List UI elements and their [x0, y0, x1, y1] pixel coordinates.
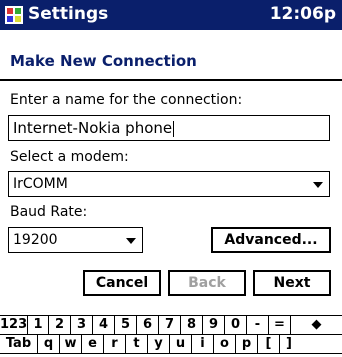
- key-1[interactable]: 1: [28, 316, 49, 335]
- back-button: Back: [168, 270, 246, 296]
- key-0[interactable]: 0: [225, 316, 247, 335]
- key-i[interactable]: i: [192, 335, 214, 354]
- name-label: Enter a name for the connection:: [10, 92, 243, 108]
- key-6[interactable]: 6: [137, 316, 159, 335]
- key-7[interactable]: 7: [159, 316, 181, 335]
- baud-rate-label: Baud Rate:: [10, 204, 88, 220]
- key-9[interactable]: 9: [203, 316, 225, 335]
- start-menu-icon[interactable]: [5, 6, 23, 24]
- key-5[interactable]: 5: [115, 316, 137, 335]
- key-u[interactable]: u: [170, 335, 192, 354]
- chevron-down-icon: [126, 238, 136, 244]
- clock[interactable]: 12:06p: [270, 4, 336, 24]
- key-t[interactable]: t: [126, 335, 148, 354]
- soft-keyboard: 123 1 2 3 4 5 6 7 8 9 0 - = ◆ Tab q w e …: [0, 315, 342, 357]
- key-tab[interactable]: Tab: [0, 335, 38, 354]
- app-title: Settings: [28, 4, 109, 24]
- chevron-down-icon: [313, 182, 323, 188]
- key-right-bracket[interactable]: ]: [280, 335, 342, 354]
- key-e[interactable]: e: [82, 335, 104, 354]
- connection-name-field[interactable]: Internet-Nokia phone: [8, 115, 330, 141]
- key-4[interactable]: 4: [93, 316, 115, 335]
- key-o[interactable]: o: [214, 335, 236, 354]
- modem-value: IrCOMM: [13, 176, 68, 192]
- backspace-icon[interactable]: ◆: [291, 316, 342, 335]
- baud-rate-value: 19200: [13, 232, 58, 248]
- key-123[interactable]: 123: [0, 316, 28, 335]
- key-y[interactable]: y: [148, 335, 170, 354]
- key-2[interactable]: 2: [49, 316, 71, 335]
- title-bar: Settings 12:06p: [0, 0, 342, 30]
- advanced-button[interactable]: Advanced...: [211, 227, 331, 253]
- modem-label: Select a modem:: [10, 149, 129, 165]
- next-button[interactable]: Next: [253, 270, 331, 296]
- header-divider: [0, 79, 342, 81]
- key-8[interactable]: 8: [181, 316, 203, 335]
- page-header: Make New Connection: [0, 30, 342, 80]
- key-r[interactable]: r: [104, 335, 126, 354]
- key-equals[interactable]: =: [269, 316, 291, 335]
- modem-select[interactable]: IrCOMM: [8, 171, 330, 197]
- page-title: Make New Connection: [10, 52, 197, 70]
- key-3[interactable]: 3: [71, 316, 93, 335]
- key-minus[interactable]: -: [247, 316, 269, 335]
- cancel-button[interactable]: Cancel: [83, 270, 161, 296]
- connection-name-value: Internet-Nokia phone: [13, 119, 173, 137]
- key-w[interactable]: w: [60, 335, 82, 354]
- key-q[interactable]: q: [38, 335, 60, 354]
- baud-rate-select[interactable]: 19200: [8, 227, 143, 253]
- key-p[interactable]: p: [236, 335, 258, 354]
- text-caret: [173, 120, 175, 137]
- key-left-bracket[interactable]: [: [258, 335, 280, 354]
